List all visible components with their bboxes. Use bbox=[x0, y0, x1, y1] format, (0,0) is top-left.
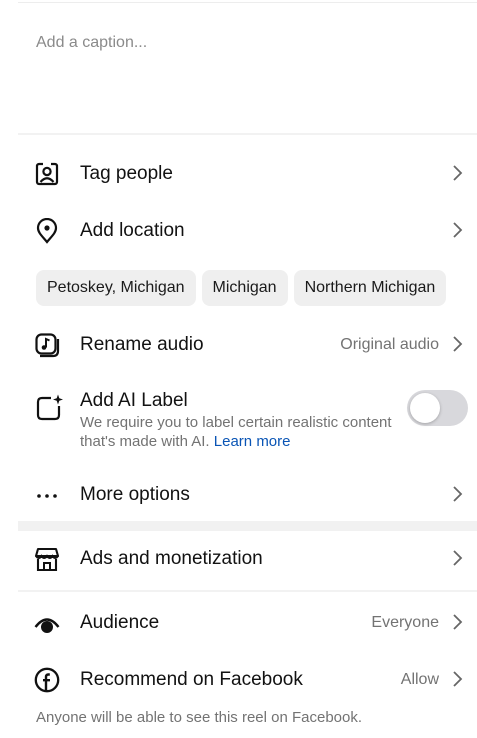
add-location-label: Add location bbox=[80, 220, 185, 241]
section-separator bbox=[18, 521, 477, 531]
storefront-icon bbox=[34, 547, 60, 572]
sparkle-square-icon bbox=[36, 394, 63, 421]
add-location-row[interactable]: Add location bbox=[0, 208, 477, 252]
caption-input[interactable]: Add a caption... bbox=[36, 34, 147, 52]
ai-label-title: Add AI Label bbox=[80, 390, 188, 411]
chevron-right-icon bbox=[453, 486, 463, 502]
recommend-facebook-row[interactable]: Recommend on Facebook Allow bbox=[0, 657, 477, 701]
location-pin-icon bbox=[36, 218, 58, 244]
recommend-facebook-label: Recommend on Facebook bbox=[80, 669, 303, 690]
location-chip[interactable]: Michigan bbox=[201, 270, 288, 306]
audience-value: Everyone bbox=[371, 614, 439, 631]
ads-monetization-label: Ads and monetization bbox=[80, 548, 263, 569]
audience-label: Audience bbox=[80, 612, 160, 633]
ai-label-description: We require you to label certain realisti… bbox=[80, 413, 400, 451]
more-options-label: More options bbox=[80, 484, 190, 505]
ellipsis-icon bbox=[37, 494, 57, 498]
chevron-right-icon bbox=[453, 165, 463, 181]
toggle-knob bbox=[410, 393, 440, 423]
location-chip[interactable]: Petoskey, Michigan bbox=[36, 270, 196, 306]
rename-audio-row[interactable]: Rename audio Original audio bbox=[0, 322, 477, 366]
ai-label-toggle[interactable] bbox=[407, 390, 468, 426]
music-note-icon bbox=[35, 333, 60, 358]
tag-people-row[interactable]: Tag people bbox=[0, 151, 477, 195]
chevron-right-icon bbox=[453, 336, 463, 352]
tag-person-icon bbox=[35, 161, 59, 186]
learn-more-link[interactable]: Learn more bbox=[214, 433, 291, 450]
location-chip[interactable]: Northern Michigan bbox=[293, 270, 447, 306]
chevron-right-icon bbox=[453, 671, 463, 687]
top-border bbox=[18, 2, 477, 3]
location-suggestions: Petoskey, Michigan Michigan Northern Michi… bbox=[36, 270, 477, 306]
section-divider bbox=[18, 133, 477, 135]
ads-monetization-row[interactable]: Ads and monetization bbox=[0, 536, 477, 580]
eye-icon bbox=[34, 618, 60, 633]
more-options-row[interactable]: More options bbox=[0, 472, 477, 516]
section-divider bbox=[18, 590, 477, 592]
tag-people-label: Tag people bbox=[80, 163, 173, 184]
facebook-value: Allow bbox=[400, 671, 439, 688]
chevron-right-icon bbox=[453, 222, 463, 238]
facebook-icon bbox=[34, 667, 60, 693]
chevron-right-icon bbox=[453, 550, 463, 566]
rename-audio-label: Rename audio bbox=[80, 334, 204, 355]
ai-label-text: Add AI Label We require you to label cer… bbox=[80, 390, 400, 451]
audio-name-value: Original audio bbox=[340, 336, 439, 353]
audience-row[interactable]: Audience Everyone bbox=[0, 600, 477, 644]
chevron-right-icon bbox=[453, 614, 463, 630]
facebook-visibility-note: Anyone will be able to see this reel on … bbox=[36, 709, 363, 726]
